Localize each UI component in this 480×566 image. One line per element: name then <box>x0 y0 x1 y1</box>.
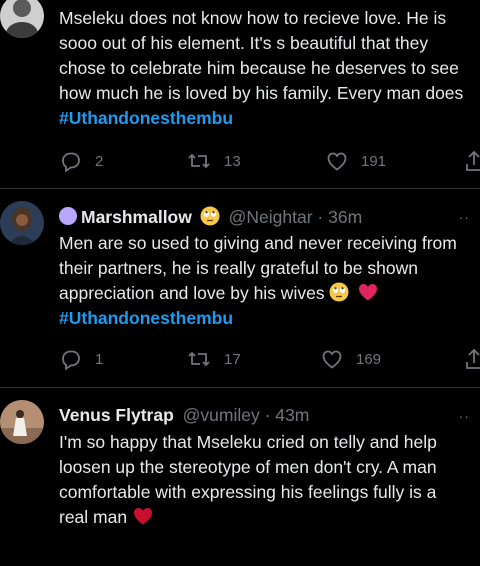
hashtag-link[interactable]: #Uthandonesthembu <box>59 308 233 328</box>
more-icon[interactable]: ·· <box>459 408 470 424</box>
tweet-line: comfortable with expressing his feelings… <box>59 482 437 502</box>
tweet-line: their partners, he is really grateful to… <box>59 258 418 278</box>
reply-icon <box>59 149 83 173</box>
author-handle[interactable]: @Neightar <box>229 207 313 227</box>
tweet-time[interactable]: · 43m <box>265 405 310 425</box>
tweet-line: real man <box>59 507 128 527</box>
tweet-text: I'm so happy that Mseleku cried on telly… <box>59 430 480 530</box>
retweet-button[interactable]: 13 <box>186 149 241 173</box>
share-button[interactable] <box>464 347 480 371</box>
avatar[interactable] <box>0 201 44 245</box>
reply-count: 2 <box>95 152 104 170</box>
tweet-2[interactable]: Marshmallow @Neightar · 36m ·· Men are s… <box>0 189 480 387</box>
tweet-line: appreciation and love by his wives <box>59 283 325 303</box>
retweet-icon <box>186 347 212 371</box>
like-count: 191 <box>361 152 387 170</box>
retweet-count: 13 <box>224 152 241 170</box>
reply-button[interactable]: 2 <box>59 149 103 173</box>
retweet-icon <box>186 149 212 173</box>
tweet-line: sooo out of his element. It's s beautifu… <box>59 33 429 53</box>
action-bar: 2 13 191 <box>59 149 480 173</box>
avatar-badge-icon <box>59 207 77 225</box>
tweet-line: Men are so used to giving and never rece… <box>59 233 457 253</box>
avatar[interactable] <box>0 400 44 444</box>
share-icon <box>464 347 480 371</box>
action-bar: 1 17 169 <box>59 347 480 371</box>
tweet-line: chose to celebrate him because he deserv… <box>59 58 459 78</box>
author-handle[interactable]: @vumiley <box>183 405 260 425</box>
avatar[interactable] <box>0 0 44 38</box>
retweet-count: 17 <box>224 350 241 368</box>
author-name[interactable]: Venus Flytrap <box>59 405 174 425</box>
reply-button[interactable]: 1 <box>59 347 103 371</box>
reply-icon <box>59 347 83 371</box>
tweet-3[interactable]: Venus Flytrap @vumiley · 43m ·· I'm so h… <box>0 388 480 566</box>
like-button[interactable]: 169 <box>320 347 381 371</box>
reply-count: 1 <box>95 350 104 368</box>
heart-emoji <box>127 507 153 527</box>
share-button[interactable] <box>464 149 480 173</box>
heart-emoji <box>354 283 378 303</box>
retweet-button[interactable]: 17 <box>186 347 241 371</box>
tweet-time[interactable]: · 36m <box>317 207 362 227</box>
hashtag-link[interactable]: #Uthandonesthembu <box>59 108 233 128</box>
author-name[interactable]: Marshmallow <box>81 207 192 227</box>
more-icon[interactable]: ·· <box>459 209 470 225</box>
tweet-1[interactable]: Mseleku does not know how to recieve lov… <box>0 0 480 188</box>
tweet-line: I'm so happy that Mseleku cried on telly… <box>59 432 437 452</box>
tweet-line: how much he is loved by his family. Ever… <box>59 83 464 103</box>
tweet-header: Venus Flytrap @vumiley · 43m <box>59 405 309 426</box>
tweet-text: Mseleku does not know how to recieve lov… <box>59 6 480 131</box>
like-icon <box>325 149 349 173</box>
tweet-text: Men are so used to giving and never rece… <box>59 231 480 331</box>
like-button[interactable]: 191 <box>325 149 386 173</box>
rolling-eyes-emoji <box>195 206 225 227</box>
share-icon <box>464 149 480 173</box>
tweet-line: Mseleku does not know how to recieve lov… <box>59 8 447 28</box>
tweet-header: Marshmallow @Neightar · 36m <box>59 206 362 228</box>
rolling-eyes-emoji <box>325 282 355 303</box>
like-count: 169 <box>356 350 382 368</box>
tweet-line: loosen up the stereotype of men don't cr… <box>59 457 437 477</box>
like-icon <box>320 347 344 371</box>
